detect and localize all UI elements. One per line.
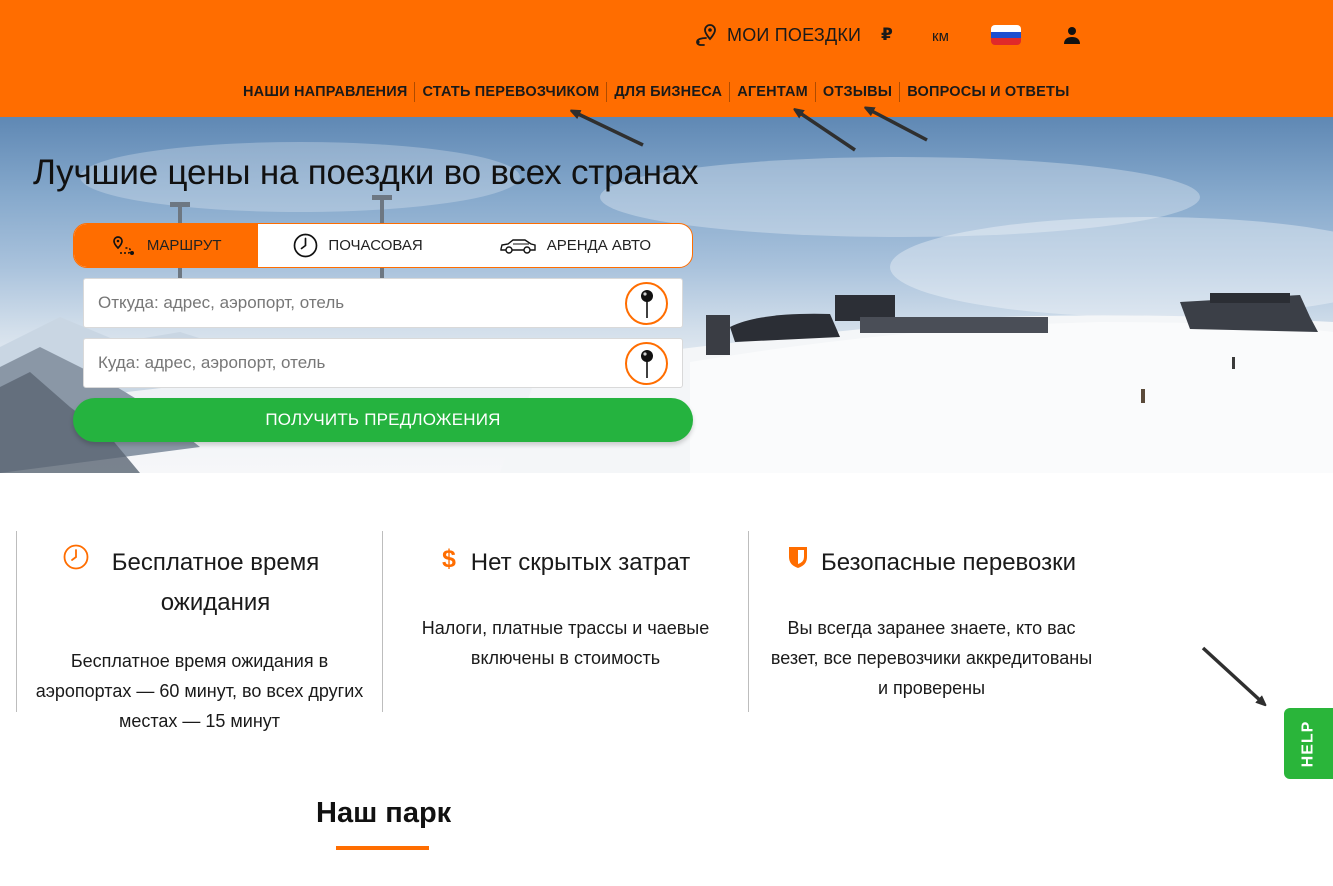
park-title-underline <box>336 846 429 850</box>
shield-icon <box>788 547 807 568</box>
feature-no-hidden-costs: $ Нет скрытых затрат Налоги, платные тра… <box>382 531 748 712</box>
nav-agents[interactable]: АГЕНТАМ <box>730 84 815 100</box>
units-selector[interactable]: км <box>932 28 949 45</box>
car-icon <box>500 238 536 254</box>
arrow-to-help <box>1201 646 1263 703</box>
feature-safe-transport: Безопасные перевозки Вы всегда заранее з… <box>748 531 1114 712</box>
help-button[interactable]: HELP <box>1284 708 1333 779</box>
get-offers-button[interactable]: ПОЛУЧИТЬ ПРЕДЛОЖЕНИЯ <box>73 398 693 442</box>
features-section: Бесплатное время ожидания Бесплатное вре… <box>16 531 1116 731</box>
tab-hourly[interactable]: ПОЧАСОВАЯ <box>258 224 457 267</box>
from-input[interactable] <box>84 279 624 327</box>
nav-divider <box>729 82 731 102</box>
from-field <box>83 278 683 328</box>
nav-divider <box>814 82 816 102</box>
feature-title: Бесплатное время ожидания <box>111 549 320 616</box>
tab-route-label: МАРШРУТ <box>146 237 222 254</box>
map-pin-icon <box>640 289 653 318</box>
svg-text:$: $ <box>442 545 456 572</box>
booking-tabs: МАРШРУТ ПОЧАСОВАЯ АРЕНДА АВТО <box>73 223 693 268</box>
nav-divider <box>899 82 901 102</box>
my-trips-link[interactable]: МОИ ПОЕЗДКИ <box>693 22 861 48</box>
feature-text: Вы всегда заранее знаете, кто вас везет,… <box>770 618 1093 698</box>
feature-heading: Безопасные перевозки <box>749 543 1114 583</box>
hero-title: Лучшие цены на поездки во всех странах <box>33 153 699 192</box>
tab-route[interactable]: МАРШРУТ <box>74 224 259 267</box>
from-map-pin-button[interactable] <box>625 282 668 325</box>
nav-divider <box>606 82 608 102</box>
my-trips-label: МОИ ПОЕЗДКИ <box>727 24 862 45</box>
feature-free-waiting: Бесплатное время ожидания Бесплатное вре… <box>16 531 382 731</box>
tab-car-rental[interactable]: АРЕНДА АВТО <box>458 224 692 267</box>
feature-title: Нет скрытых затрат <box>470 549 691 576</box>
nav-become-carrier[interactable]: СТАТЬ ПЕРЕВОЗЧИКОМ <box>415 84 606 100</box>
to-field <box>83 338 683 388</box>
help-label: HELP <box>1299 720 1317 767</box>
route-pin-icon <box>696 24 716 46</box>
feature-title: Безопасные перевозки <box>820 549 1077 576</box>
feature-text: Налоги, платные трассы и чаевые включены… <box>421 618 710 668</box>
header-top-row: МОИ ПОЕЗДКИ ₽ км <box>693 20 1080 50</box>
map-pin-icon <box>640 349 653 378</box>
tab-hourly-label: ПОЧАСОВАЯ <box>328 237 423 254</box>
feature-text: Бесплатное время ожидания в аэропортах —… <box>35 651 364 731</box>
to-input[interactable] <box>84 339 624 387</box>
russia-flag-icon[interactable] <box>991 25 1021 45</box>
nav-for-business[interactable]: ДЛЯ БИЗНЕСА <box>607 84 729 100</box>
nav-faq[interactable]: ВОПРОСЫ И ОТВЕТЫ <box>900 84 1076 100</box>
tab-car-rental-label: АРЕНДА АВТО <box>546 237 652 254</box>
route-icon <box>113 235 134 255</box>
currency-selector[interactable]: ₽ <box>881 25 893 45</box>
nav-divider <box>414 82 416 102</box>
park-section-title: Наш парк <box>316 797 452 829</box>
site-header: МОИ ПОЕЗДКИ ₽ км НАШИ НАПРАВЛЕНИЯ СТАТЬ … <box>0 0 1333 117</box>
feature-heading: Бесплатное время ожидания <box>11 543 382 623</box>
clock-icon <box>63 544 88 570</box>
clock-icon <box>294 233 318 258</box>
main-nav: НАШИ НАПРАВЛЕНИЯ СТАТЬ ПЕРЕВОЗЧИКОМ ДЛЯ … <box>236 82 1076 102</box>
feature-heading: $ Нет скрытых затрат <box>383 543 748 583</box>
dollar-icon: $ <box>442 545 456 572</box>
nav-reviews[interactable]: ОТЗЫВЫ <box>816 84 899 100</box>
nav-destinations[interactable]: НАШИ НАПРАВЛЕНИЯ <box>236 84 414 100</box>
user-icon[interactable] <box>1063 26 1081 44</box>
to-map-pin-button[interactable] <box>625 342 668 385</box>
